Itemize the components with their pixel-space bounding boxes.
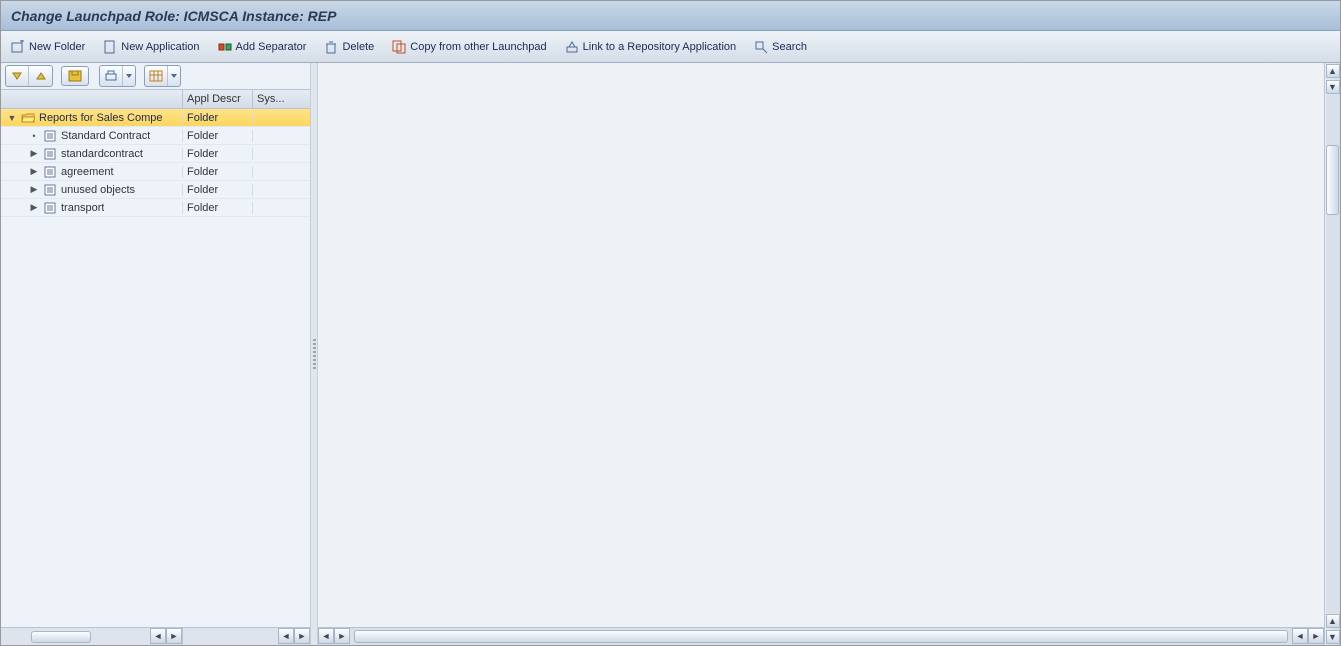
document-icon xyxy=(43,166,57,178)
row-appl-descr: Folder xyxy=(183,130,253,142)
tree-row[interactable]: ▶ agreement Folder xyxy=(1,163,310,181)
app-frame: Change Launchpad Role: ICMSCA Instance: … xyxy=(0,0,1341,646)
row-expander[interactable]: ▶ xyxy=(29,185,39,195)
new-application-label: New Application xyxy=(121,41,199,53)
document-icon xyxy=(43,148,57,160)
collapse-all-button[interactable] xyxy=(29,66,52,86)
vscroll-thumb[interactable] xyxy=(1326,145,1339,215)
tree-col2-scroll-left[interactable]: ◄ xyxy=(278,628,294,644)
new-folder-button[interactable]: New Folder xyxy=(7,36,89,58)
search-icon xyxy=(754,40,768,54)
tree-row[interactable]: ▶ transport Folder xyxy=(1,199,310,217)
tree-col1-scroll-right[interactable]: ► xyxy=(166,628,182,644)
vscroll-down[interactable]: ▼ xyxy=(1326,630,1340,644)
new-application-icon xyxy=(103,40,117,54)
copy-from-label: Copy from other Launchpad xyxy=(410,41,546,53)
right-scroll-far-right[interactable]: ► xyxy=(1308,628,1324,644)
tree-col1-scroll-left[interactable]: ◄ xyxy=(150,628,166,644)
document-icon xyxy=(43,184,57,196)
expand-collapse-group xyxy=(5,65,53,87)
print-dropdown-button[interactable] xyxy=(123,66,135,86)
right-hscroll-track[interactable] xyxy=(350,628,1292,645)
row-expander[interactable]: ▶ xyxy=(29,149,39,159)
expand-all-button[interactable] xyxy=(6,66,29,86)
tree-toolbar xyxy=(1,63,310,89)
copy-from-button[interactable]: Copy from other Launchpad xyxy=(388,36,550,58)
left-panel: Appl Descr Sys... ▼ Reports for Sales Com… xyxy=(1,63,311,645)
vscroll-up[interactable]: ▲ xyxy=(1326,64,1340,78)
right-bottom-scroll: ◄ ► ◄ ► xyxy=(318,627,1324,645)
row-appl-descr: Folder xyxy=(183,166,253,178)
left-bottom-scroll: ◄ ► ◄ ► xyxy=(1,627,310,645)
row-label: agreement xyxy=(61,166,114,178)
vscroll-down-top[interactable]: ▼ xyxy=(1326,80,1340,94)
tree-header: Appl Descr Sys... xyxy=(1,89,310,109)
right-scroll-far-left[interactable]: ◄ xyxy=(318,628,334,644)
search-label: Search xyxy=(772,41,807,53)
add-separator-label: Add Separator xyxy=(236,41,307,53)
add-separator-button[interactable]: Add Separator xyxy=(214,36,311,58)
document-icon xyxy=(43,202,57,214)
row-label: Standard Contract xyxy=(61,130,150,142)
new-application-button[interactable]: New Application xyxy=(99,36,203,58)
vscroll-up-bottom[interactable]: ▲ xyxy=(1326,614,1340,628)
row-label: Reports for Sales Compe xyxy=(39,112,163,124)
link-repo-icon xyxy=(565,40,579,54)
tree-row[interactable]: ▶ unused objects Folder xyxy=(1,181,310,199)
vertical-scrollbar: ▲ ▼ ▲ ▼ xyxy=(1324,63,1340,645)
right-scroll-left[interactable]: ► xyxy=(334,628,350,644)
tree-row[interactable]: ▶ standardcontract Folder xyxy=(1,145,310,163)
print-group xyxy=(99,65,136,87)
tree-col1-hscroll[interactable] xyxy=(1,628,150,645)
page-title: Change Launchpad Role: ICMSCA Instance: … xyxy=(11,8,336,24)
tree: ▼ Reports for Sales Compe Folder • Standard … xyxy=(1,109,310,627)
row-label: standardcontract xyxy=(61,148,143,160)
title-bar: Change Launchpad Role: ICMSCA Instance: … xyxy=(1,1,1340,31)
search-button[interactable]: Search xyxy=(750,36,811,58)
save-layout-button[interactable] xyxy=(61,66,89,86)
right-scroll-right[interactable]: ◄ xyxy=(1292,628,1308,644)
row-appl-descr: Folder xyxy=(183,148,253,160)
new-folder-label: New Folder xyxy=(29,41,85,53)
print-button[interactable] xyxy=(100,66,123,86)
row-appl-descr: Folder xyxy=(183,184,253,196)
tree-row[interactable]: • Standard Contract Folder xyxy=(1,127,310,145)
trash-icon xyxy=(324,40,338,54)
row-label: unused objects xyxy=(61,184,135,196)
tree-header-col3[interactable]: Sys... xyxy=(253,90,310,108)
tree-col2-scroll-right[interactable]: ► xyxy=(294,628,310,644)
delete-label: Delete xyxy=(342,41,374,53)
copy-icon xyxy=(392,40,406,54)
row-appl-descr: Folder xyxy=(183,202,253,214)
tree-header-col1[interactable] xyxy=(1,90,183,108)
layout-dropdown-button[interactable] xyxy=(168,66,180,86)
row-expander[interactable]: ▼ xyxy=(7,113,17,123)
layout-group xyxy=(144,65,181,87)
link-repo-button[interactable]: Link to a Repository Application xyxy=(561,36,740,58)
tree-header-col2[interactable]: Appl Descr xyxy=(183,90,253,108)
row-expander[interactable]: • xyxy=(29,131,39,141)
add-separator-icon xyxy=(218,40,232,54)
delete-button[interactable]: Delete xyxy=(320,36,378,58)
row-appl-descr: Folder xyxy=(183,112,253,124)
row-expander[interactable]: ▶ xyxy=(29,167,39,177)
vscroll-track[interactable] xyxy=(1326,95,1339,613)
main-toolbar: New Folder New Application Add Separator… xyxy=(1,31,1340,63)
right-content xyxy=(318,63,1324,627)
document-icon xyxy=(43,130,57,142)
folder-open-icon xyxy=(21,112,35,124)
tree-col2-hscroll[interactable] xyxy=(183,628,278,645)
tree-row[interactable]: ▼ Reports for Sales Compe Folder xyxy=(1,109,310,127)
right-panel: ◄ ► ◄ ► xyxy=(317,63,1324,645)
new-folder-icon xyxy=(11,40,25,54)
row-expander[interactable]: ▶ xyxy=(29,203,39,213)
link-repo-label: Link to a Repository Application xyxy=(583,41,736,53)
layout-button[interactable] xyxy=(145,66,168,86)
row-label: transport xyxy=(61,202,104,214)
body-region: Appl Descr Sys... ▼ Reports for Sales Com… xyxy=(1,63,1340,645)
